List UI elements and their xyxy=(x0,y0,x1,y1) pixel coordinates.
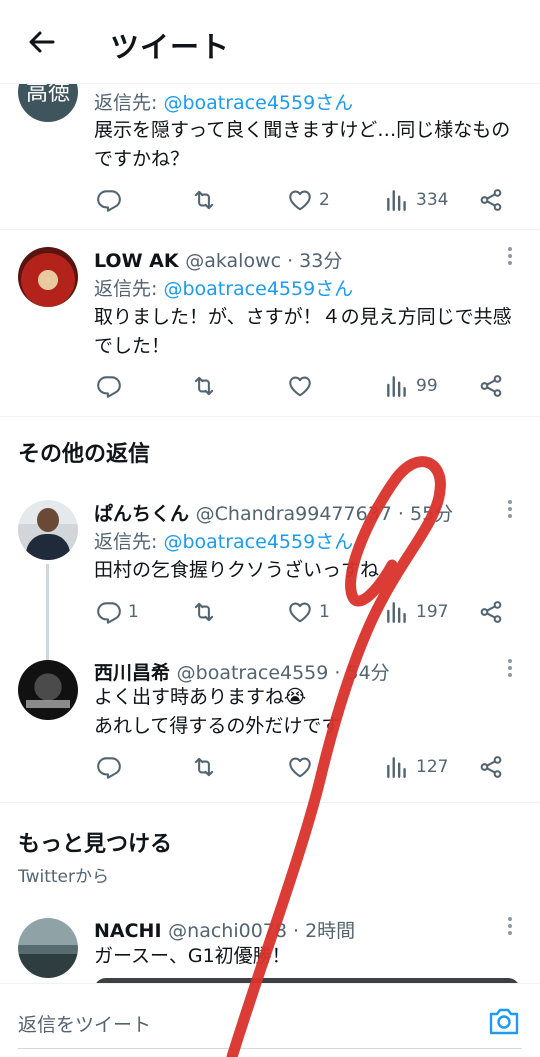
share-icon xyxy=(478,373,504,399)
views-icon xyxy=(384,754,410,780)
author-name[interactable]: LOW AK @akalowc · 33分 xyxy=(94,246,342,273)
reply-tweet[interactable]: ぱんちくん @Chandra99477637 · 55分 返信先: @boatr… xyxy=(0,484,540,644)
reply-to-label: 返信先: @boatrace4559さん xyxy=(94,278,354,300)
views-button[interactable]: 197 xyxy=(384,597,448,627)
reply-tweet[interactable]: LOW AK @akalowc · 33分 返信先: @boatrace4559… xyxy=(0,230,540,416)
share-button[interactable] xyxy=(478,597,504,627)
reply-to-link[interactable]: @boatrace4559さん xyxy=(163,531,353,553)
tweet-text: ガースー、G1初優勝！ xyxy=(94,945,291,967)
section-title: その他の返信 xyxy=(18,442,151,467)
views-icon xyxy=(384,373,410,399)
retweet-button[interactable] xyxy=(191,185,217,215)
heart-icon xyxy=(287,599,313,625)
retweet-icon xyxy=(191,599,217,625)
retweet-button[interactable] xyxy=(191,752,217,782)
views-button[interactable]: 127 xyxy=(384,752,448,782)
heart-icon xyxy=(287,187,313,213)
share-icon xyxy=(478,187,504,213)
retweet-icon xyxy=(191,373,217,399)
tweet-text: よく出す時ありますね😭 あれして得するの外だけです xyxy=(94,686,341,737)
heart-icon xyxy=(287,754,313,780)
reply-input[interactable]: 返信をツイート xyxy=(18,1010,151,1037)
tweet-actions: 1 1 197 xyxy=(94,597,514,627)
retweet-icon xyxy=(191,754,217,780)
share-button[interactable] xyxy=(478,752,504,782)
retweet-button[interactable] xyxy=(191,597,217,627)
reply-icon xyxy=(96,373,122,399)
like-button[interactable]: 2 xyxy=(287,185,330,215)
like-button[interactable]: 1 xyxy=(287,597,330,627)
retweet-button[interactable] xyxy=(191,371,217,401)
input-underline xyxy=(18,1048,522,1049)
views-icon xyxy=(384,187,410,213)
heart-icon xyxy=(287,373,313,399)
avatar[interactable] xyxy=(18,247,78,307)
share-button[interactable] xyxy=(478,371,504,401)
page-title: ツイート xyxy=(110,30,231,64)
like-button[interactable] xyxy=(287,371,313,401)
reply-to-label: 返信先: @boatrace4559さん xyxy=(94,92,354,114)
share-icon xyxy=(478,754,504,780)
author-name[interactable]: NACHI @nachi0078 · 2時間 xyxy=(94,916,355,943)
avatar[interactable] xyxy=(18,500,78,560)
reply-icon xyxy=(96,187,122,213)
share-button[interactable] xyxy=(478,185,504,215)
divider xyxy=(0,802,540,803)
back-arrow-icon[interactable] xyxy=(26,26,58,58)
tweet-text: 展示を隠すって良く聞きますけど…同じ様なものですかね？ xyxy=(94,119,511,170)
reply-button[interactable] xyxy=(96,185,122,215)
author-name[interactable]: 西川昌希 @boatrace4559 · 54分 xyxy=(94,658,390,685)
retweet-icon xyxy=(191,187,217,213)
top-bar: ツイート xyxy=(0,0,540,84)
reply-icon xyxy=(96,599,122,625)
avatar[interactable] xyxy=(18,918,78,978)
views-icon xyxy=(384,599,410,625)
more-options-icon[interactable] xyxy=(503,246,517,266)
reply-button[interactable] xyxy=(96,752,122,782)
tweet-actions: 99 xyxy=(94,371,514,401)
more-options-icon[interactable] xyxy=(503,916,517,936)
section-subtitle: Twitterから xyxy=(18,867,109,887)
tweet-actions: 127 xyxy=(94,752,514,782)
reply-button[interactable] xyxy=(96,371,122,401)
tweet-text: 取りました！が、さすが！４の見え方同じで共感でした！ xyxy=(94,306,512,357)
share-icon xyxy=(478,599,504,625)
views-button[interactable]: 99 xyxy=(384,371,438,401)
tweet-actions: 2 334 xyxy=(94,185,514,215)
reply-button[interactable]: 1 xyxy=(96,597,139,627)
camera-icon[interactable] xyxy=(488,1006,520,1036)
suggested-tweet[interactable]: NACHI @nachi0078 · 2時間 ガースー、G1初優勝！ xyxy=(0,904,540,992)
reply-composer: 返信をツイート xyxy=(0,983,540,1057)
divider xyxy=(0,416,540,417)
author-name[interactable]: ぱんちくん @Chandra99477637 · 55分 xyxy=(94,499,453,526)
more-options-icon[interactable] xyxy=(503,658,517,678)
reply-tweet[interactable]: 西川昌希 @boatrace4559 · 54分 よく出す時ありますね😭 あれし… xyxy=(0,644,540,802)
avatar[interactable] xyxy=(18,660,78,720)
more-options-icon[interactable] xyxy=(503,499,517,519)
section-title: もっと見つける xyxy=(18,832,173,857)
tweet-text: 田村の乞食握りクソうざいっすね xyxy=(94,559,380,581)
reply-to-label: 返信先: @boatrace4559さん xyxy=(94,531,354,553)
views-button[interactable]: 334 xyxy=(384,185,448,215)
reply-to-link[interactable]: @boatrace4559さん xyxy=(163,278,353,300)
reply-icon xyxy=(96,754,122,780)
like-button[interactable] xyxy=(287,752,313,782)
reply-to-link[interactable]: @boatrace4559さん xyxy=(163,92,353,114)
